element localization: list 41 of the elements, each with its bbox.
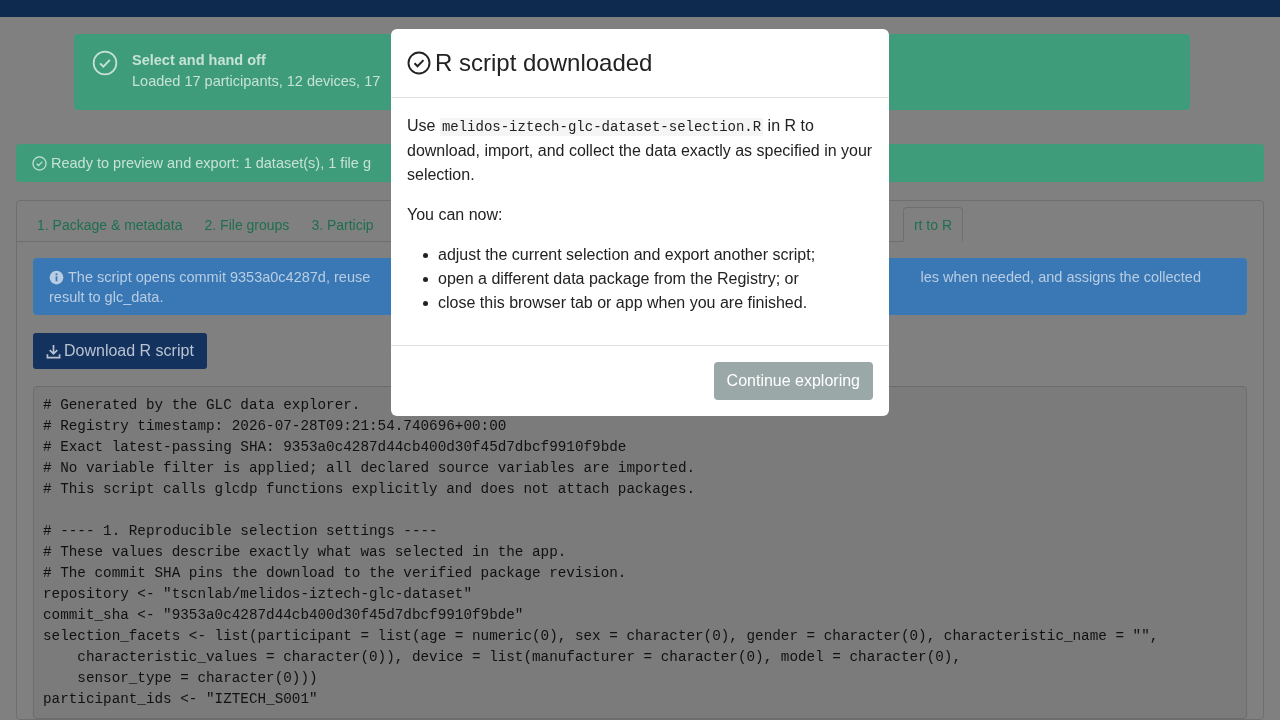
tab[interactable]: rt to R	[902, 207, 963, 242]
check-circle-icon	[32, 155, 47, 171]
bullet-icon	[423, 300, 428, 306]
option-text: open a different data package from the Registry; or	[438, 269, 799, 289]
file-name: melidos-iztech-glc-dataset-selection.R	[439, 118, 764, 136]
code-line: # ---- 1. Reproducible selection settings ----	[43, 522, 439, 541]
download-button[interactable]: Download R script	[33, 333, 207, 369]
notice-message: Loaded 17 participants, 12 devices, 17	[132, 73, 381, 90]
code-line: characteristic_values = character(0)), device = list(manufacturer = character(0), model = character(0),	[76, 648, 962, 667]
info-text: les when needed, and assigns the collected	[920, 269, 1201, 285]
code-line: # Registry timestamp: 2026-07-28T09:21:54.740696+00:00	[43, 417, 508, 436]
bullet-icon	[423, 276, 428, 282]
tab[interactable]: 3. Particip	[300, 207, 385, 242]
info-icon	[49, 269, 64, 285]
download-icon	[46, 343, 61, 359]
tab[interactable]: 2. File groups	[193, 207, 301, 242]
code-line: # This script calls glcdp functions explicitly and does not attach packages.	[43, 480, 697, 499]
status-message: Ready to preview and export: 1 dataset(s), 1 file g	[51, 155, 371, 172]
code-line: selection_facets <- list(participant = list(age = numeric(0), sex = character(0), gender = character(0), characteristic_name = "",	[43, 627, 1160, 646]
notice-title: Select and hand off	[132, 52, 267, 69]
modal-subheading: You can now:	[407, 205, 504, 225]
code-line: # These values describe exactly what was selected in the app.	[43, 543, 568, 562]
info-text: The script opens commit 9353a0c4287d, reuse	[68, 269, 371, 285]
tab[interactable]: 1. Package & metadata	[26, 207, 194, 242]
code-line: sensor_type = character(0)))	[76, 669, 319, 688]
code-line: # Generated by the GLC data explorer.	[43, 396, 362, 415]
code-line: participant_ids <- "IZTECH_S001"	[43, 690, 319, 709]
check-circle-icon	[407, 51, 431, 75]
code-line: # The commit SHA pins the download to the verified package revision.	[43, 564, 628, 583]
modal-title: R script downloaded	[435, 49, 653, 77]
code-line: repository <- "tscnlab/melidos-iztech-glc-dataset"	[43, 585, 473, 604]
code-line: # Exact latest-passing SHA: 9353a0c4287d44cb400d30f45d7dbcf9910f9bde	[43, 438, 628, 457]
continue-button[interactable]: Continue exploring	[713, 362, 873, 400]
option-text: close this browser tab or app when you are finished.	[438, 293, 808, 313]
option-text: adjust the current selection and export another script;	[438, 245, 816, 265]
check-circle-icon	[92, 50, 118, 77]
modal-message: Use melidos-iztech-glc-dataset-selection.R in R to download, import, and collect the data exactly as specified in your selection.	[407, 116, 873, 185]
bullet-icon	[423, 252, 428, 258]
code-line: # No variable filter is applied; all declared source variables are imported.	[43, 459, 697, 478]
info-text: result to glc_data.	[49, 289, 164, 305]
code-line: commit_sha <- "9353a0c4287d44cb400d30f45d7dbcf9910f9bde"	[43, 606, 525, 625]
